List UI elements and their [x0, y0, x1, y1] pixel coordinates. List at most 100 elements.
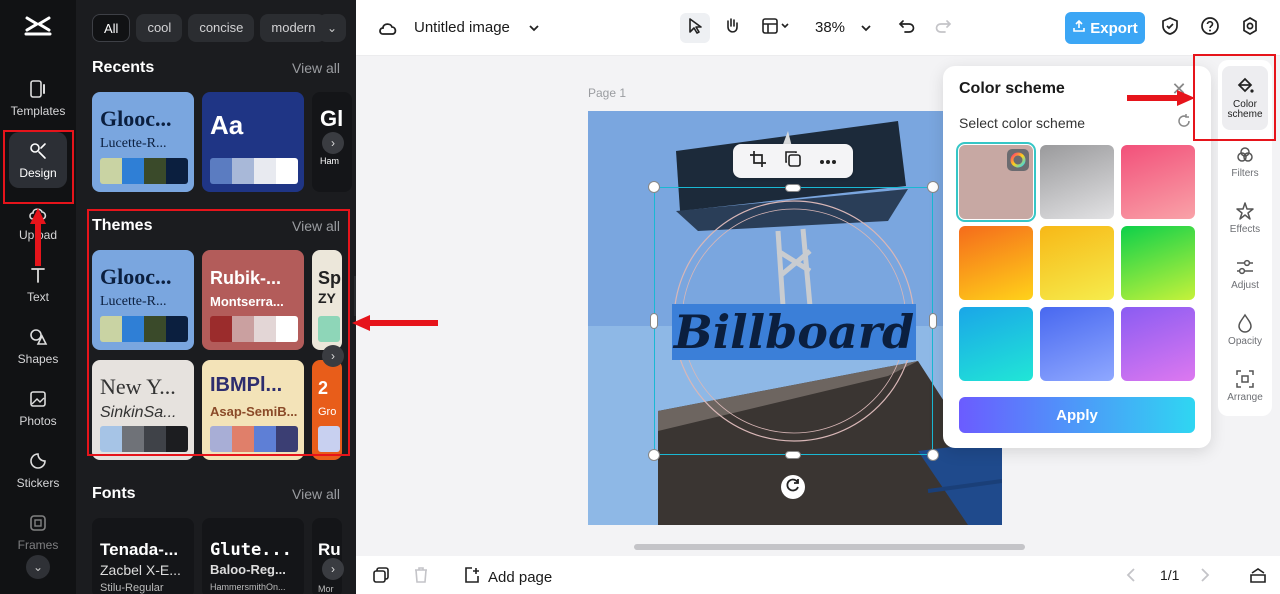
color-wheel-icon[interactable] [1007, 149, 1029, 171]
undo-button[interactable] [893, 14, 921, 42]
recent-card[interactable]: Glooc... Lucette-R... [92, 92, 194, 192]
resize-handle-bottom-left[interactable] [648, 449, 660, 461]
resize-handle-top-left[interactable] [648, 181, 660, 193]
chip-cool[interactable]: cool [136, 14, 183, 42]
left-rail: Templates Design Upload Text Shapes Phot… [0, 0, 76, 594]
chip-concise[interactable]: concise [188, 14, 255, 42]
prev-page-icon[interactable] [1124, 566, 1138, 589]
horizontal-scrollbar[interactable] [634, 544, 1025, 550]
font-card[interactable]: Ru Mor [312, 518, 342, 594]
annotation-box-themes [87, 209, 350, 456]
card-heading: Ru [318, 540, 341, 559]
rotate-handle[interactable] [781, 475, 805, 499]
recents-view-all[interactable]: View all [292, 60, 340, 76]
hand-tool-button[interactable] [718, 14, 746, 42]
chips-more-button[interactable]: ⌄ [318, 14, 346, 42]
annotation-box-color-scheme [1193, 54, 1276, 141]
tool-label: Arrange [1227, 392, 1263, 403]
page-panel-icon[interactable] [1248, 565, 1268, 590]
add-page-label: Add page [488, 568, 553, 586]
templates-icon [27, 78, 49, 100]
chevron-right-icon: › [331, 562, 335, 576]
recent-card[interactable]: Aa [202, 92, 304, 192]
chip-modern[interactable]: modern [260, 14, 327, 42]
trash-icon[interactable] [412, 566, 430, 589]
card-heading: Aa [210, 110, 244, 140]
export-icon [1072, 19, 1086, 37]
card-caption: Stilu-Regular [100, 582, 164, 594]
tool-effects[interactable]: Effects [1222, 190, 1268, 246]
fonts-next-button[interactable]: › [322, 558, 344, 580]
tool-arrange[interactable]: Arrange [1222, 358, 1268, 414]
reset-icon[interactable] [1177, 114, 1193, 130]
capcut-logo[interactable] [24, 14, 52, 42]
tool-filters[interactable]: Filters [1222, 134, 1268, 190]
add-page-icon [464, 566, 482, 588]
hand-icon [723, 17, 741, 40]
zoom-dropdown-icon[interactable] [852, 14, 880, 42]
help-icon [1200, 16, 1220, 41]
color-scheme-title: Color scheme [959, 80, 1065, 97]
chip-all[interactable]: All [92, 14, 131, 42]
swatch-purple[interactable] [1121, 307, 1195, 381]
more-options-icon[interactable] [819, 152, 837, 170]
crop-icon[interactable] [749, 150, 767, 173]
swatch-blue[interactable] [1040, 307, 1114, 381]
card-subheading: Ham [320, 156, 340, 166]
title-dropdown-icon[interactable] [520, 14, 548, 42]
filter-chips: All cool concise modern [92, 14, 327, 42]
swatch-orange[interactable] [959, 226, 1033, 300]
photos-icon [27, 388, 49, 410]
apply-button[interactable]: Apply [959, 397, 1195, 433]
billboard-text-element[interactable]: Billboard [672, 304, 916, 360]
export-button[interactable]: Export [1065, 12, 1145, 44]
resize-handle-bottom-right[interactable] [927, 449, 939, 461]
redo-icon [934, 17, 952, 40]
resize-handle-top-right[interactable] [927, 181, 939, 193]
rail-photos[interactable]: Photos [4, 380, 72, 436]
swatch-yellow[interactable] [1040, 226, 1114, 300]
layout-dropdown-button[interactable] [756, 14, 796, 42]
tool-label: Adjust [1231, 280, 1259, 291]
select-tool-button[interactable] [680, 13, 710, 43]
droplet-icon [1235, 313, 1255, 333]
arrange-icon [1235, 369, 1255, 389]
add-page-button[interactable]: Add page [464, 566, 552, 588]
tool-adjust[interactable]: Adjust [1222, 246, 1268, 302]
swatch-green[interactable] [1121, 226, 1195, 300]
document-title[interactable]: Untitled image [414, 19, 510, 36]
swatch-gray[interactable] [1040, 145, 1114, 219]
resize-handle-bottom[interactable] [785, 451, 801, 459]
help-button[interactable] [1196, 14, 1224, 42]
resize-handle-right[interactable] [929, 313, 937, 329]
cloud-sync-icon[interactable] [374, 14, 402, 42]
frames-icon [27, 512, 49, 534]
rail-frames[interactable]: Frames [4, 504, 72, 560]
swatch-cyan[interactable] [959, 307, 1033, 381]
shield-check-icon [1161, 16, 1179, 41]
shield-button[interactable] [1156, 14, 1184, 42]
next-page-icon[interactable] [1198, 566, 1212, 589]
swatch-pink-red[interactable] [1121, 145, 1195, 219]
page-label: Page 1 [588, 86, 627, 100]
rail-templates[interactable]: Templates [4, 70, 72, 126]
undo-icon [898, 17, 916, 40]
redo-button[interactable] [929, 14, 957, 42]
layers-icon[interactable] [372, 566, 390, 589]
fonts-view-all[interactable]: View all [292, 486, 340, 502]
sliders-icon [1235, 257, 1255, 277]
recents-next-button[interactable]: › [322, 132, 344, 154]
rail-shapes[interactable]: Shapes [4, 318, 72, 374]
zoom-level[interactable]: 38% [815, 19, 845, 36]
resize-handle-left[interactable] [650, 313, 658, 329]
tool-opacity[interactable]: Opacity [1222, 302, 1268, 358]
duplicate-icon[interactable] [784, 150, 802, 173]
settings-button[interactable] [1236, 14, 1264, 42]
resize-handle-top[interactable] [785, 184, 801, 192]
rail-stickers[interactable]: Stickers [4, 442, 72, 498]
rail-expand-button[interactable]: ⌄ [26, 555, 50, 579]
color-scheme-panel: Color scheme ✕ Select color scheme Apply [943, 66, 1211, 448]
swatch-dusty-rose[interactable] [956, 142, 1036, 222]
font-card[interactable]: Tenada-... Zacbel X-E... Stilu-Regular [92, 518, 194, 594]
font-card[interactable]: Glute... Baloo-Reg... HammersmithOn... [202, 518, 304, 594]
